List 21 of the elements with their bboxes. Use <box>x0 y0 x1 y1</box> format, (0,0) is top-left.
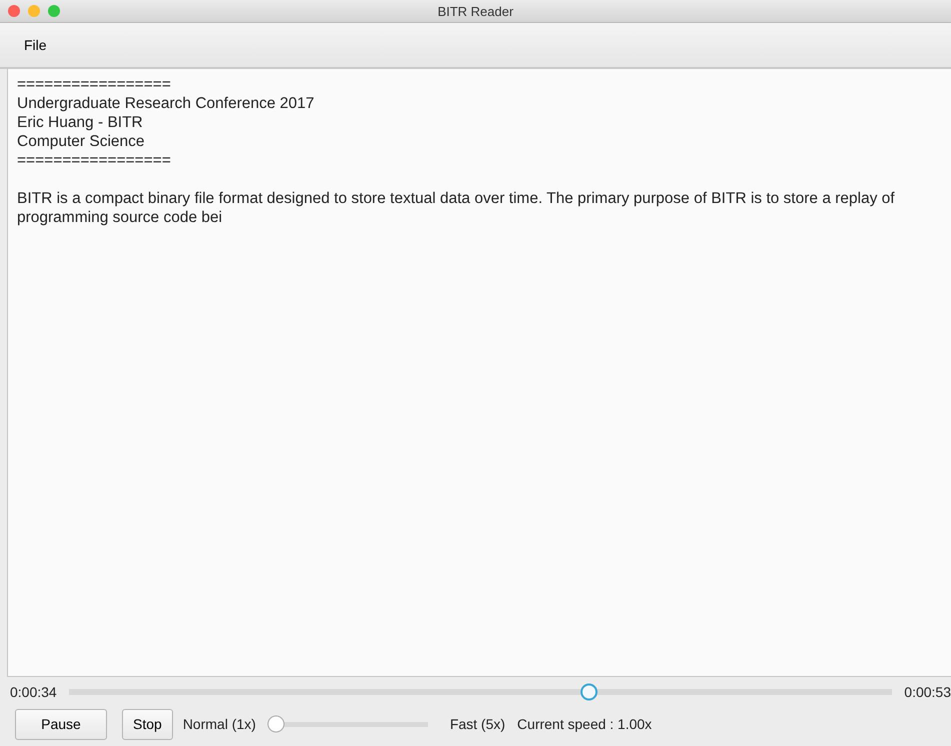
text-line: Eric Huang - BITR <box>17 114 143 131</box>
menu-item[interactable]: File <box>20 35 51 55</box>
close-icon[interactable] <box>8 5 20 17</box>
window-title: BITR Reader <box>438 4 514 18</box>
text-line: ================= <box>17 152 171 169</box>
speed-max-label: Fast (5x) <box>450 716 506 732</box>
total-time: 0:00:53 <box>904 684 951 700</box>
paragraph: BITR is a compact binary file format designed to store textual data over time. The primary purpose of BITR is to store a replay of programming source code bei <box>17 189 896 227</box>
current-speed: Current speed : 1.00x <box>517 716 652 732</box>
zoom-icon[interactable] <box>48 5 60 17</box>
pause-button[interactable]: Pause <box>15 708 107 740</box>
slider-thumb[interactable] <box>267 716 284 732</box>
text-line: Computer Science <box>17 133 145 150</box>
slider-thumb[interactable] <box>580 684 598 700</box>
text-area[interactable] <box>7 69 951 677</box>
stop-button[interactable]: Stop <box>122 708 173 740</box>
minimize-icon[interactable] <box>28 5 40 17</box>
elapsed-time: 0:00:34 <box>10 684 57 700</box>
speed-min-label: Normal (1x) <box>182 716 256 732</box>
text-line: ================= <box>17 76 171 93</box>
text-line: Undergraduate Research Conference 2017 <box>17 95 314 112</box>
